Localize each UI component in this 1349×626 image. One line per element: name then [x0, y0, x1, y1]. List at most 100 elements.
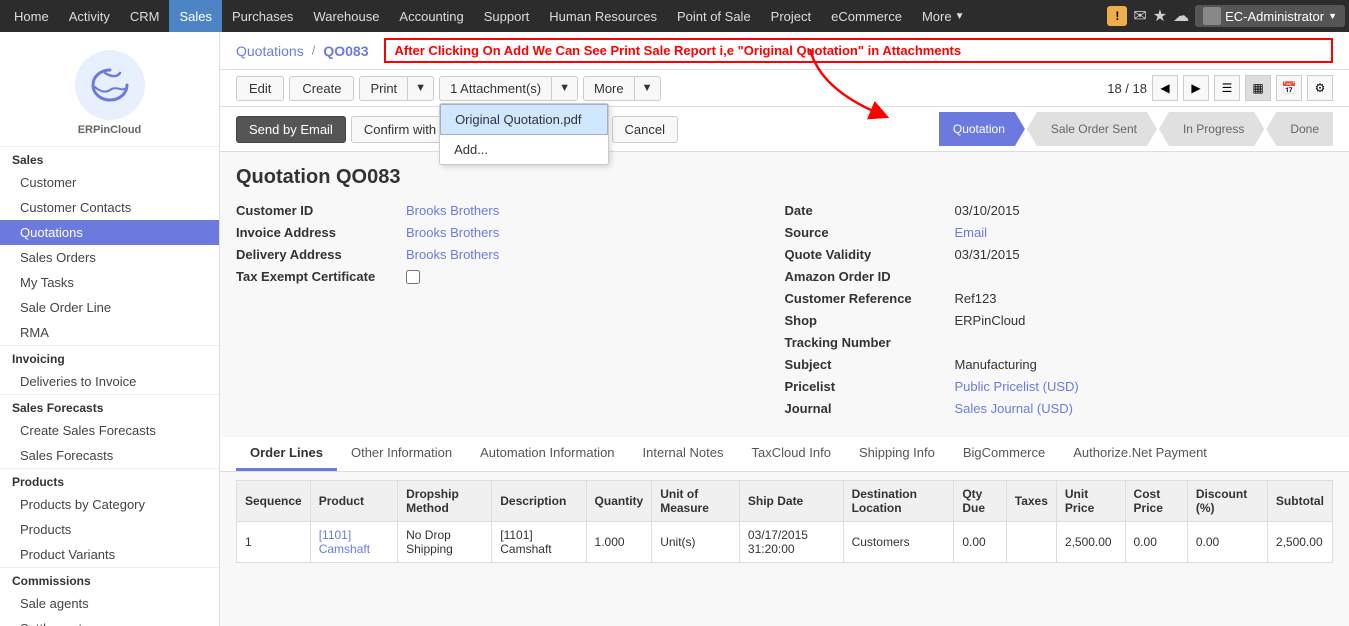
sidebar-item-quotations[interactable]: Quotations	[0, 220, 219, 245]
more-caret[interactable]: ▼	[634, 76, 661, 101]
view-calendar-btn[interactable]: 📅	[1276, 75, 1302, 101]
print-caret[interactable]: ▼	[407, 76, 434, 101]
sidebar-item-customer[interactable]: Customer	[0, 170, 219, 195]
source-value[interactable]: Email	[955, 225, 988, 240]
attachments-caret[interactable]: ▼	[551, 76, 578, 101]
cell-dropship: No Drop Shipping	[398, 522, 492, 563]
nav-project[interactable]: Project	[761, 0, 821, 32]
delivery-address-value[interactable]: Brooks Brothers	[406, 247, 499, 262]
tab-authorize-net[interactable]: Authorize.Net Payment	[1059, 437, 1221, 471]
nav-purchases[interactable]: Purchases	[222, 0, 303, 32]
edit-button[interactable]: Edit	[236, 76, 284, 101]
cell-ship-date: 03/17/2015 31:20:00	[739, 522, 843, 563]
action-status-row: Send by Email Confirm with Auth.net Conf…	[220, 107, 1349, 152]
col-cost-price: Cost Price	[1125, 481, 1187, 522]
nav-ecommerce[interactable]: eCommerce	[821, 0, 912, 32]
nav-hr[interactable]: Human Resources	[539, 0, 667, 32]
sidebar-item-deliveries[interactable]: Deliveries to Invoice	[0, 369, 219, 394]
sidebar-item-rma[interactable]: RMA	[0, 320, 219, 345]
view-list-btn[interactable]: ☰	[1214, 75, 1240, 101]
tax-exempt-label: Tax Exempt Certificate	[236, 269, 406, 284]
sidebar-item-settlements[interactable]: Settlements	[0, 616, 219, 626]
dropdown-item-add[interactable]: Add...	[440, 135, 608, 164]
cell-description: [1101] Camshaft	[492, 522, 586, 563]
cell-taxes	[1006, 522, 1056, 563]
nav-crm[interactable]: CRM	[120, 0, 170, 32]
pagination-next[interactable]: ▶	[1183, 75, 1209, 101]
tax-exempt-checkbox[interactable]	[406, 270, 420, 284]
customer-id-value[interactable]: Brooks Brothers	[406, 203, 499, 218]
pagination-info: 18 / 18	[1107, 81, 1147, 96]
attachments-button[interactable]: 1 Attachment(s)	[439, 76, 551, 101]
star-icon[interactable]: ★	[1153, 6, 1167, 26]
nav-more[interactable]: More ▼	[912, 0, 975, 32]
sidebar-section-title-forecasts: Sales Forecasts	[0, 394, 219, 418]
more-button[interactable]: More	[583, 76, 634, 101]
logo-circle	[75, 50, 145, 120]
nav-pos[interactable]: Point of Sale	[667, 0, 761, 32]
status-step-quotation[interactable]: Quotation	[939, 112, 1025, 146]
nav-home[interactable]: Home	[4, 0, 59, 32]
content-area: Quotations / QO083 After Clicking On Add…	[220, 32, 1349, 626]
top-nav: Home Activity CRM Sales Purchases Wareho…	[0, 0, 1349, 32]
create-button[interactable]: Create	[289, 76, 354, 101]
invoice-address-value[interactable]: Brooks Brothers	[406, 225, 499, 240]
tab-other-info[interactable]: Other Information	[337, 437, 466, 471]
sidebar-item-sale-order-line[interactable]: Sale Order Line	[0, 295, 219, 320]
toolbar: Edit Create Print ▼ 1 Attachment(s) ▼ Or…	[220, 70, 1349, 107]
form-area: Quotation QO083 Customer ID Brooks Broth…	[220, 152, 1349, 437]
tab-order-lines[interactable]: Order Lines	[236, 437, 337, 471]
tab-bigcommerce[interactable]: BigCommerce	[949, 437, 1059, 471]
cell-product[interactable]: [1101] Camshaft	[310, 522, 397, 563]
send-email-button[interactable]: Send by Email	[236, 116, 346, 143]
cell-subtotal: 2,500.00	[1267, 522, 1332, 563]
col-qty-due: Qty Due	[954, 481, 1006, 522]
cell-discount: 0.00	[1187, 522, 1267, 563]
sidebar-item-sales-orders[interactable]: Sales Orders	[0, 245, 219, 270]
sidebar-item-products[interactable]: Products	[0, 517, 219, 542]
cell-sequence: 1	[237, 522, 311, 563]
status-step-done[interactable]: Done	[1266, 112, 1333, 146]
pagination-prev[interactable]: ◀	[1152, 75, 1178, 101]
status-step-in-progress[interactable]: In Progress	[1159, 112, 1264, 146]
col-ship-date: Ship Date	[739, 481, 843, 522]
nav-warehouse[interactable]: Warehouse	[303, 0, 389, 32]
user-avatar	[1203, 7, 1221, 25]
sidebar-section-invoicing: Invoicing Deliveries to Invoice	[0, 345, 219, 394]
sidebar-item-products-by-category[interactable]: Products by Category	[0, 492, 219, 517]
nav-sales[interactable]: Sales	[169, 0, 222, 32]
tabs-bar: Order Lines Other Information Automation…	[220, 437, 1349, 472]
journal-value[interactable]: Sales Journal (USD)	[955, 401, 1074, 416]
cloud-icon[interactable]: ☁	[1173, 6, 1189, 26]
sidebar-item-my-tasks[interactable]: My Tasks	[0, 270, 219, 295]
nav-accounting[interactable]: Accounting	[389, 0, 473, 32]
cell-quantity: 1.000	[586, 522, 652, 563]
logo-svg	[85, 65, 135, 105]
cancel-button[interactable]: Cancel	[612, 116, 678, 143]
dropdown-item-original-quotation[interactable]: Original Quotation.pdf	[440, 104, 608, 135]
sidebar-item-create-forecasts[interactable]: Create Sales Forecasts	[0, 418, 219, 443]
col-discount: Discount (%)	[1187, 481, 1267, 522]
tab-internal-notes[interactable]: Internal Notes	[629, 437, 738, 471]
col-taxes: Taxes	[1006, 481, 1056, 522]
cell-destination: Customers	[843, 522, 954, 563]
print-button[interactable]: Print	[359, 76, 407, 101]
tab-taxcloud-info[interactable]: TaxCloud Info	[737, 437, 845, 471]
sidebar-item-product-variants[interactable]: Product Variants	[0, 542, 219, 567]
view-settings-btn[interactable]: ⚙	[1307, 75, 1333, 101]
shop-label: Shop	[785, 313, 955, 328]
sidebar-item-sales-forecasts[interactable]: Sales Forecasts	[0, 443, 219, 468]
tab-automation-info[interactable]: Automation Information	[466, 437, 628, 471]
date-value: 03/10/2015	[955, 203, 1020, 218]
user-menu[interactable]: EC-Administrator ▼	[1195, 5, 1345, 27]
tab-shipping-info[interactable]: Shipping Info	[845, 437, 949, 471]
nav-support[interactable]: Support	[474, 0, 540, 32]
status-step-sale-order-sent[interactable]: Sale Order Sent	[1027, 112, 1157, 146]
view-card-btn[interactable]: ▦	[1245, 75, 1271, 101]
email-icon[interactable]: ✉	[1133, 6, 1146, 26]
nav-activity[interactable]: Activity	[59, 0, 120, 32]
breadcrumb-parent[interactable]: Quotations	[236, 43, 304, 59]
pricelist-value[interactable]: Public Pricelist (USD)	[955, 379, 1079, 394]
sidebar-item-customer-contacts[interactable]: Customer Contacts	[0, 195, 219, 220]
sidebar-item-sale-agents[interactable]: Sale agents	[0, 591, 219, 616]
